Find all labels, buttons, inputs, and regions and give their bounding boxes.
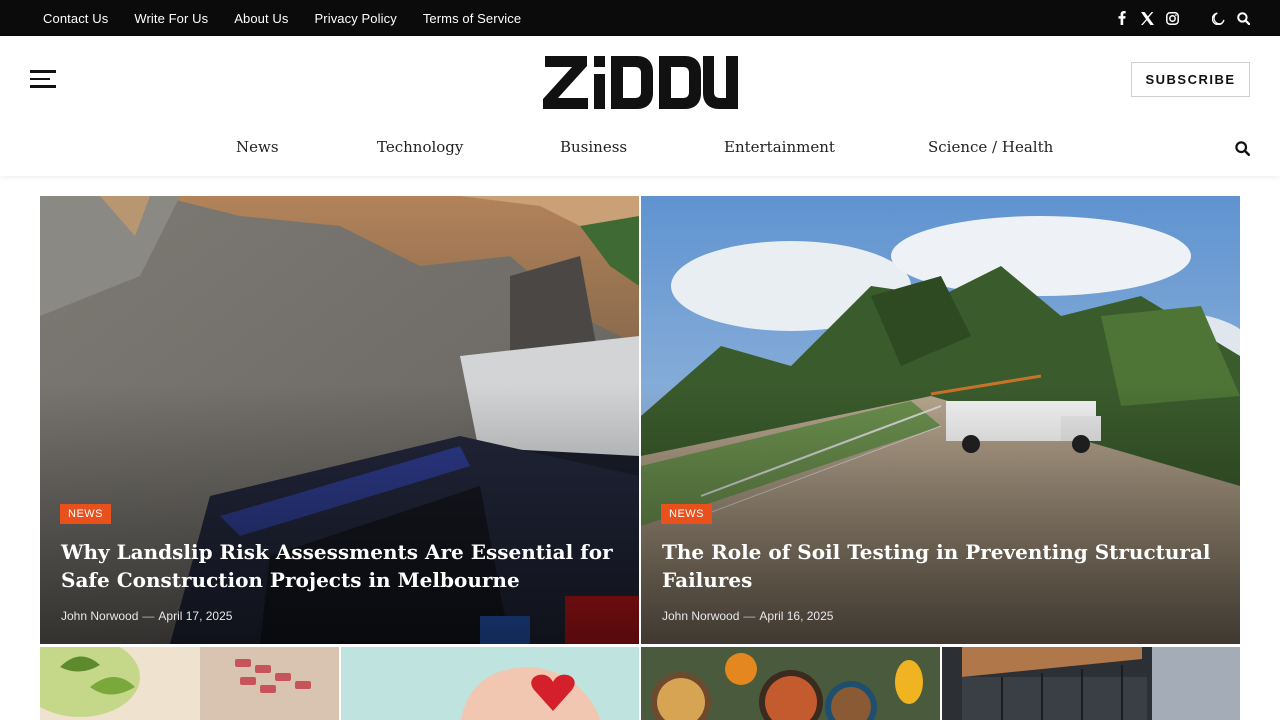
site-header: SUBSCRIBE News Technology Business Enter… bbox=[0, 36, 1280, 176]
post-meta: John Norwood — April 17, 2025 bbox=[61, 609, 232, 623]
top-icons bbox=[1104, 0, 1250, 36]
nav-item-entertainment[interactable]: Entertainment bbox=[724, 138, 835, 156]
x-icon[interactable] bbox=[1140, 11, 1154, 25]
search-icon[interactable] bbox=[1236, 11, 1250, 25]
nav-item-business[interactable]: Business bbox=[560, 138, 627, 156]
post-thumbnail[interactable] bbox=[341, 647, 639, 720]
meta-separator: — bbox=[743, 609, 756, 623]
post-author[interactable]: John Norwood bbox=[61, 609, 138, 623]
menu-icon[interactable] bbox=[30, 70, 56, 88]
image-overlay bbox=[641, 384, 1240, 644]
thumbnail-image-heart bbox=[341, 647, 639, 720]
moon-icon[interactable] bbox=[1211, 11, 1225, 25]
top-bar: Contact Us Write For Us About Us Privacy… bbox=[0, 0, 1280, 36]
top-links: Contact Us Write For Us About Us Privacy… bbox=[43, 0, 547, 36]
instagram-icon[interactable] bbox=[1165, 11, 1179, 25]
facebook-icon[interactable] bbox=[1115, 11, 1129, 25]
featured-post-card[interactable]: NEWS Why Landslip Risk Assessments Are E… bbox=[40, 196, 639, 644]
about-us-link[interactable]: About Us bbox=[234, 11, 288, 26]
post-thumbnail[interactable] bbox=[641, 647, 940, 720]
nav-item-technology[interactable]: Technology bbox=[377, 138, 463, 156]
nav-item-science-health[interactable]: Science / Health bbox=[928, 138, 1053, 156]
post-date: April 16, 2025 bbox=[759, 609, 834, 623]
nav-search-icon[interactable] bbox=[1235, 141, 1251, 157]
site-logo[interactable] bbox=[543, 56, 738, 109]
thumbnail-image-food bbox=[641, 647, 940, 720]
category-badge[interactable]: NEWS bbox=[60, 504, 111, 524]
featured-post-card[interactable]: NEWS The Role of Soil Testing in Prevent… bbox=[641, 196, 1240, 644]
subscribe-button[interactable]: SUBSCRIBE bbox=[1131, 62, 1250, 97]
post-author[interactable]: John Norwood bbox=[662, 609, 739, 623]
post-thumbnail[interactable] bbox=[40, 647, 339, 720]
terms-of-service-link[interactable]: Terms of Service bbox=[423, 11, 521, 26]
post-thumbnail[interactable] bbox=[942, 647, 1240, 720]
privacy-policy-link[interactable]: Privacy Policy bbox=[315, 11, 397, 26]
nav-item-news[interactable]: News bbox=[236, 138, 279, 156]
image-overlay bbox=[40, 384, 639, 644]
category-badge[interactable]: NEWS bbox=[661, 504, 712, 524]
post-title[interactable]: Why Landslip Risk Assessments Are Essent… bbox=[61, 538, 621, 594]
thumbnail-image-calculator bbox=[40, 647, 339, 720]
main-nav: News Technology Business Entertainment S… bbox=[0, 128, 1280, 168]
post-meta: John Norwood — April 16, 2025 bbox=[662, 609, 833, 623]
meta-separator: — bbox=[142, 609, 155, 623]
post-date: April 17, 2025 bbox=[158, 609, 233, 623]
thumbnail-image-building bbox=[942, 647, 1240, 720]
contact-us-link[interactable]: Contact Us bbox=[43, 11, 108, 26]
post-title[interactable]: The Role of Soil Testing in Preventing S… bbox=[662, 538, 1222, 594]
write-for-us-link[interactable]: Write For Us bbox=[134, 11, 208, 26]
